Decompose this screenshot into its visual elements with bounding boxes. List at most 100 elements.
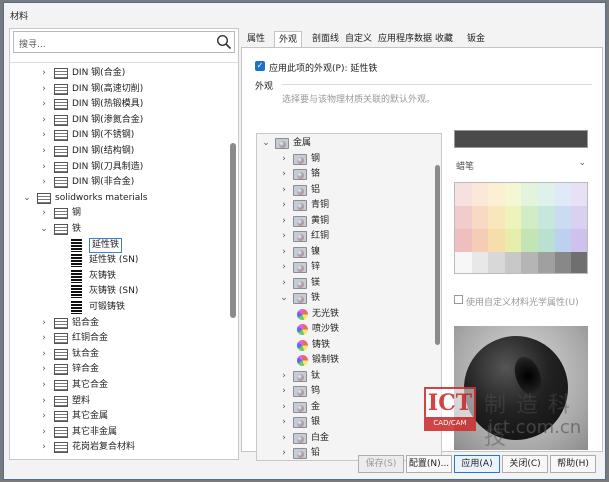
tab-5[interactable]: 收藏: [431, 31, 457, 47]
tree-item[interactable]: › 铝合金: [10, 316, 225, 331]
tree-item[interactable]: › 钛合金: [10, 347, 225, 362]
chevron-right-icon[interactable]: ›: [39, 316, 49, 331]
appearance-item[interactable]: › 白金: [257, 431, 432, 446]
color-swatch[interactable]: [454, 130, 588, 148]
chevron-right-icon[interactable]: ›: [39, 206, 49, 221]
chevron-right-icon[interactable]: ›: [279, 276, 289, 291]
tree-item[interactable]: › 其它金属: [10, 409, 225, 424]
material-tree[interactable]: › DIN 钢(合金) › DIN 钢(高速切削) › DIN 钢(热锻模具) › DIN 钢…: [10, 62, 238, 459]
palette-cell[interactable]: [455, 252, 473, 273]
chevron-right-icon[interactable]: ›: [39, 175, 49, 190]
appearance-item[interactable]: › 铝: [257, 183, 432, 198]
material-tree-scrollbar[interactable]: [230, 63, 236, 459]
tree-item[interactable]: 灰铸铁 (SN): [10, 284, 225, 299]
appearance-item[interactable]: › 钢: [257, 152, 432, 167]
tree-item[interactable]: ⌄ 铁: [10, 222, 225, 237]
appearance-item[interactable]: › 钨: [257, 384, 432, 399]
chevron-right-icon[interactable]: ›: [279, 229, 289, 244]
custom-optical-checkbox[interactable]: [454, 295, 463, 304]
save-button[interactable]: 保存(S): [358, 455, 404, 473]
chevron-right-icon[interactable]: ›: [279, 152, 289, 167]
palette-cell[interactable]: [538, 252, 556, 273]
palette-cell[interactable]: [571, 252, 587, 273]
tree-item[interactable]: › 其它合金: [10, 378, 225, 393]
palette-cell[interactable]: [521, 252, 539, 273]
palette-cell[interactable]: [571, 206, 587, 229]
tree-item[interactable]: › DIN 钢(高速切削): [10, 82, 225, 97]
tree-item[interactable]: 可锻铸铁: [10, 300, 225, 315]
palette-cell[interactable]: [504, 206, 522, 229]
palette-cell[interactable]: [521, 229, 539, 252]
chevron-right-icon[interactable]: ›: [39, 144, 49, 159]
palette-cell[interactable]: [488, 183, 506, 206]
chevron-right-icon[interactable]: ›: [39, 440, 49, 455]
palette-cell[interactable]: [488, 252, 506, 273]
tab-1[interactable]: 外观: [274, 31, 303, 47]
tree-item-selected[interactable]: 延性铁: [10, 237, 225, 253]
palette-cell[interactable]: [571, 183, 587, 206]
search-box[interactable]: 搜寻...: [13, 31, 235, 53]
appearance-tree[interactable]: ⌄ 金属 › 钢 › 铬 › 铝 › 青铜 › 黄铜 › 红铜 › 镍 › 锌 › 镁 ⌄ 铁无光铁 喷沙铁 铸铁 锻制铁 › 钛 ›…: [256, 133, 442, 461]
palette-cell[interactable]: [554, 206, 572, 229]
chevron-right-icon[interactable]: ›: [279, 214, 289, 229]
tree-item[interactable]: › 塑料: [10, 394, 225, 409]
chevron-right-icon[interactable]: ›: [39, 362, 49, 377]
close-button[interactable]: 关闭(C): [502, 455, 548, 473]
chevron-right-icon[interactable]: ›: [279, 167, 289, 182]
chevron-right-icon[interactable]: ›: [279, 260, 289, 275]
palette-cell[interactable]: [504, 229, 522, 252]
appearance-item[interactable]: › 银: [257, 415, 432, 430]
chevron-right-icon[interactable]: ›: [39, 394, 49, 409]
palette-cell[interactable]: [521, 183, 539, 206]
palette-cell[interactable]: [455, 206, 473, 229]
chevron-right-icon[interactable]: ›: [39, 378, 49, 393]
tab-4[interactable]: 应用程序数据: [374, 31, 436, 47]
tree-item[interactable]: › 其它非金属: [10, 425, 225, 440]
tree-item[interactable]: › DIN 钢(结构钢): [10, 144, 225, 159]
tree-item[interactable]: › 红铜合金: [10, 331, 225, 346]
palette-cell[interactable]: [554, 252, 572, 273]
palette-cell[interactable]: [455, 183, 474, 207]
apply-button[interactable]: 应用(A): [454, 455, 500, 473]
tree-item[interactable]: 延性铁 (SN): [10, 253, 225, 268]
palette-cell[interactable]: [488, 229, 506, 252]
chevron-right-icon[interactable]: ›: [39, 425, 49, 440]
palette-cell[interactable]: [538, 229, 556, 252]
tree-item[interactable]: › 锌合金: [10, 362, 225, 377]
apply-appearance-checkbox[interactable]: ✓: [255, 61, 265, 71]
palette-dropdown[interactable]: 蜡笔 ⌄: [454, 156, 588, 172]
search-input[interactable]: 搜寻...: [19, 37, 46, 50]
chevron-right-icon[interactable]: ›: [279, 446, 289, 460]
appearance-item[interactable]: › 青铜: [257, 198, 432, 213]
chevron-right-icon[interactable]: ›: [39, 347, 49, 362]
chevron-right-icon[interactable]: ›: [39, 113, 49, 128]
tree-item[interactable]: › DIN 钢(热锻模具): [10, 97, 225, 112]
chevron-right-icon[interactable]: ›: [39, 409, 49, 424]
appearance-item[interactable]: › 镁: [257, 276, 432, 291]
tree-item[interactable]: › DIN 钢(不锈钢): [10, 128, 225, 143]
chevron-right-icon[interactable]: ›: [39, 160, 49, 175]
tree-item[interactable]: › DIN 钢(渗氮合金): [10, 113, 225, 128]
scrollbar-thumb[interactable]: [230, 143, 236, 318]
tab-2[interactable]: 剖面线: [308, 31, 343, 47]
palette-cell[interactable]: [488, 206, 506, 229]
chevron-right-icon[interactable]: ›: [39, 331, 49, 346]
tab-0[interactable]: 属性: [243, 31, 269, 47]
chevron-right-icon[interactable]: ›: [279, 400, 289, 415]
chevron-right-icon[interactable]: ›: [39, 66, 49, 81]
chevron-down-icon[interactable]: ⌄: [279, 291, 289, 306]
palette-cell[interactable]: [471, 206, 489, 229]
tab-3[interactable]: 自定义: [341, 31, 376, 47]
help-button[interactable]: 帮助(H): [550, 455, 596, 473]
palette-cell[interactable]: [538, 183, 556, 206]
chevron-right-icon[interactable]: ›: [279, 198, 289, 213]
appearance-item[interactable]: › 铬: [257, 167, 432, 182]
palette-cell[interactable]: [521, 206, 539, 229]
palette-cell[interactable]: [455, 229, 473, 252]
tree-item[interactable]: › 钢: [10, 206, 225, 221]
appearance-item[interactable]: 锻制铁: [257, 353, 432, 368]
appearance-item[interactable]: 喷沙铁: [257, 322, 432, 337]
chevron-right-icon[interactable]: ›: [279, 245, 289, 260]
palette-cell[interactable]: [571, 229, 587, 252]
chevron-right-icon[interactable]: ›: [39, 97, 49, 112]
